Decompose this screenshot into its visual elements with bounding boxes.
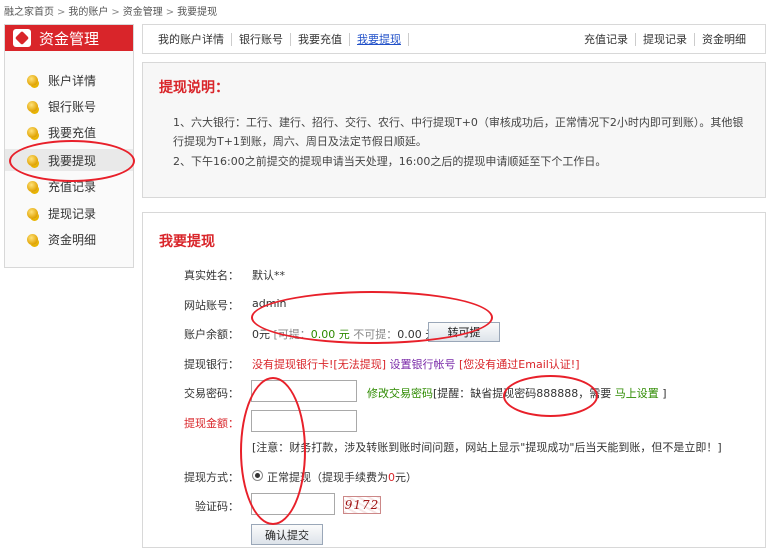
username-label: 网站账号： (184, 299, 239, 312)
annotation-oval-sidebar (9, 140, 135, 182)
tab-withdraw[interactable]: 我要提现 (350, 31, 408, 47)
coin-icon (27, 180, 38, 192)
annotation-oval-balance (251, 291, 493, 344)
coin-icon (27, 100, 38, 112)
real-name-label: 真实姓名： (184, 269, 239, 282)
breadcrumb-current: 我要提现 (177, 7, 218, 18)
tab-fund-details[interactable]: 资金明细 (695, 31, 753, 47)
wallet-icon (13, 29, 31, 47)
tab-recharge[interactable]: 我要充值 (291, 31, 349, 47)
tab-bank-account[interactable]: 银行账号 (232, 31, 290, 47)
breadcrumb: 融之家首页 > 我的账户 > 资金管理 > 我要提现 (4, 3, 217, 18)
trade-password-label: 交易密码： (184, 387, 239, 400)
sidebar-item-label: 资金明细 (48, 232, 97, 247)
sidebar-item-label: 我要充值 (48, 125, 97, 140)
tab-account-details[interactable]: 我的账户详情 (151, 31, 231, 47)
breadcrumb-home[interactable]: 融之家首页 (4, 7, 54, 18)
tab-bar: 我的账户详情 银行账号 我要充值 我要提现 充值记录 提现记录 资金明细 (142, 24, 766, 54)
annotation-oval-inputs (240, 377, 306, 525)
sidebar-item-account-details[interactable]: 账户详情 (5, 69, 133, 91)
tab-divider (408, 32, 409, 46)
withdraw-method-label: 提现方式： (184, 471, 239, 484)
bank-label: 提现银行： (184, 358, 239, 371)
breadcrumb-separator: > (165, 7, 175, 18)
withdraw-notice-panel: 提现说明： 1、六大银行：工行、建行、招行、交行、农行、中行提现T+0（审核成功… (142, 62, 766, 198)
coin-icon (27, 126, 38, 138)
set-now-link[interactable]: 马上设置 (615, 387, 659, 400)
real-name-value: 默认** (252, 269, 285, 282)
breadcrumb-separator: > (57, 7, 66, 18)
sidebar-title: 资金管理 (39, 29, 100, 48)
sidebar-item-withdraw-records[interactable]: 提现记录 (5, 202, 133, 224)
withdraw-amount-label: 提现金额： (184, 417, 239, 430)
sidebar-item-label: 账户详情 (48, 73, 97, 88)
set-bank-account-link[interactable]: 设置银行帐号 (390, 358, 456, 371)
sidebar-item-label: 银行账号 (48, 99, 97, 114)
hint-bracket-close: ] (662, 387, 667, 400)
sidebar-item-fund-details[interactable]: 资金明细 (5, 228, 133, 250)
fee-suffix: 元） (395, 471, 417, 484)
transfer-timing-note: [注意：财务打款，涉及转账到账时间问题，网站上显示"提现成功"后当天能到账，但不… (252, 441, 722, 454)
balance-label: 账户余额： (184, 328, 239, 341)
notice-title: 提现说明： (159, 80, 229, 96)
withdraw-form-panel: 我要提现 真实姓名： 默认** 网站账号： admin 账户余额： 0元 [可提… (142, 212, 766, 548)
submit-button[interactable]: 确认提交 (251, 524, 323, 545)
breadcrumb-fund-management[interactable]: 资金管理 (123, 7, 163, 18)
tab-recharge-records[interactable]: 充值记录 (577, 31, 635, 47)
captcha-image[interactable]: 9172 (343, 496, 381, 514)
notice-line-1: 1、六大银行：工行、建行、招行、交行、农行、中行提现T+0（审核成功后，正常情况… (173, 116, 744, 148)
email-verification-warning: [您没有通过Email认证!] (459, 358, 580, 371)
form-title: 我要提现 (159, 234, 215, 250)
sidebar-header: 资金管理 (5, 25, 133, 51)
notice-line-2: 2、下午16:00之前提交的提现申请当天处理，16:00之后的提现申请顺延至下个… (173, 155, 607, 168)
breadcrumb-my-account[interactable]: 我的账户 (68, 7, 108, 18)
sidebar-item-label: 提现记录 (48, 206, 97, 221)
coin-icon (27, 207, 38, 219)
coin-icon (27, 74, 38, 86)
sidebar-item-bank-account[interactable]: 银行账号 (5, 95, 133, 117)
bank-status: 没有提现银行卡![无法提现] 设置银行帐号 [您没有通过Email认证!] (252, 356, 580, 372)
no-bank-warning: 没有提现银行卡![无法提现] (252, 358, 386, 371)
fee-amount: 0 (388, 471, 395, 484)
tab-group-right: 充值记录 提现记录 资金明细 (577, 31, 765, 47)
coin-icon (27, 233, 38, 245)
annotation-oval-default-password (503, 375, 598, 417)
captcha-label: 验证码： (195, 500, 239, 513)
breadcrumb-separator: > (111, 7, 120, 18)
fee-prefix: （提现手续费为 (311, 471, 388, 484)
modify-trade-password-link[interactable]: 修改交易密码 (367, 387, 433, 400)
tab-withdraw-records[interactable]: 提现记录 (636, 31, 694, 47)
